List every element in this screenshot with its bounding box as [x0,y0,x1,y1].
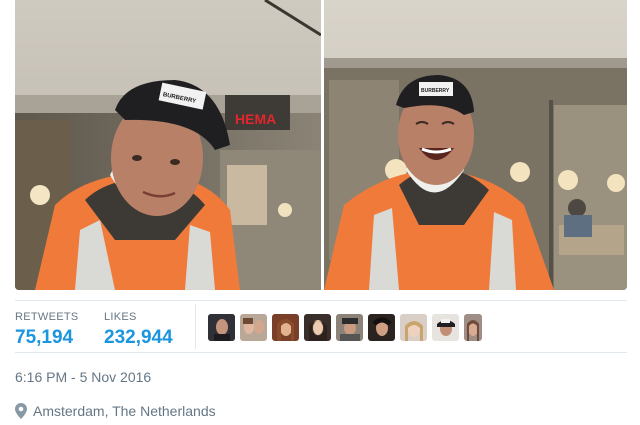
retweets-label: RETWEETS [15,311,79,323]
liker-avatar[interactable] [368,314,395,341]
retweets-count[interactable]: 75,194 [15,327,79,349]
retweets-stat[interactable]: RETWEETS 75,194 [15,311,79,349]
stats-bottom-divider [15,352,627,353]
liker-avatar[interactable] [304,314,331,341]
tweet-media: HEMA BURBERRY BURBERRY [15,0,627,290]
cap-logo-2: BURBERRY [421,88,450,94]
stats-top-divider [15,300,627,301]
stats-vertical-divider [195,304,196,349]
liker-avatar[interactable] [272,314,299,341]
tweet-timestamp[interactable]: 6:16 PM - 5 Nov 2016 [15,369,151,385]
liker-avatar[interactable] [208,314,235,341]
likes-count[interactable]: 232,944 [104,327,173,349]
tweet-photo-1[interactable]: HEMA BURBERRY [15,0,321,290]
hema-sign: HEMA [235,111,276,127]
likes-stat[interactable]: LIKES 232,944 [104,311,173,349]
liker-avatar[interactable] [400,314,427,341]
photo-2-image: BURBERRY [324,0,627,290]
liker-avatar[interactable] [464,314,482,341]
location-pin-icon [15,403,27,419]
liker-avatar[interactable] [240,314,267,341]
liker-avatar[interactable] [336,314,363,341]
location-text[interactable]: Amsterdam, The Netherlands [33,403,216,419]
liker-avatar[interactable] [432,314,459,341]
likes-label: LIKES [104,311,137,323]
tweet-photo-2[interactable]: BURBERRY [324,0,627,290]
tweet-location[interactable]: Amsterdam, The Netherlands [15,403,216,419]
photo-1-image: HEMA BURBERRY [15,0,321,290]
